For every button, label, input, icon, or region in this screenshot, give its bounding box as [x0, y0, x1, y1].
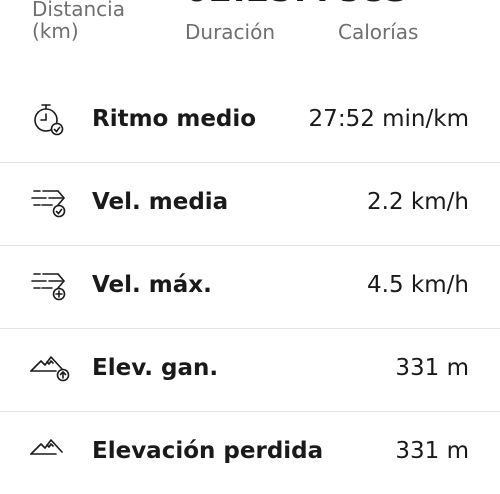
- metric-value: 331 m: [395, 438, 469, 464]
- metric-row-average-speed: Vel. media 2.2 km/h: [0, 163, 500, 246]
- elevation-loss-icon: [28, 434, 72, 472]
- metric-value: 331 m: [395, 355, 469, 381]
- metric-value: 27:52 min/km: [308, 106, 469, 132]
- metric-label: Vel. máx.: [92, 272, 212, 298]
- metric-label: Elev. gan.: [92, 355, 219, 381]
- metric-label: Vel. media: [92, 189, 229, 215]
- speed-max-icon: [28, 268, 72, 306]
- metric-value: 4.5 km/h: [367, 272, 469, 298]
- activity-summary: Distancia (km) 02:25:44 Duración 583 Cal…: [0, 0, 500, 70]
- calories-label: Calorías: [338, 20, 419, 44]
- metric-label: Elevación perdida: [92, 438, 324, 464]
- elevation-gain-icon: [28, 351, 72, 389]
- metric-row-elevation-loss: Elevación perdida 331 m: [0, 412, 500, 494]
- duration-value: 02:25:44: [185, 0, 354, 10]
- stopwatch-pace-icon: [28, 102, 72, 140]
- metric-row-max-speed: Vel. máx. 4.5 km/h: [0, 246, 500, 329]
- metric-row-average-pace: Ritmo medio 27:52 min/km: [0, 80, 500, 163]
- metric-label: Ritmo medio: [92, 106, 257, 132]
- distance-label: Distancia (km): [32, 0, 125, 43]
- metric-value: 2.2 km/h: [367, 189, 469, 215]
- calories-value: 583: [338, 0, 409, 10]
- duration-label: Duración: [185, 20, 276, 44]
- speed-average-icon: [28, 185, 72, 223]
- metric-row-elevation-gain: Elev. gan. 331 m: [0, 329, 500, 412]
